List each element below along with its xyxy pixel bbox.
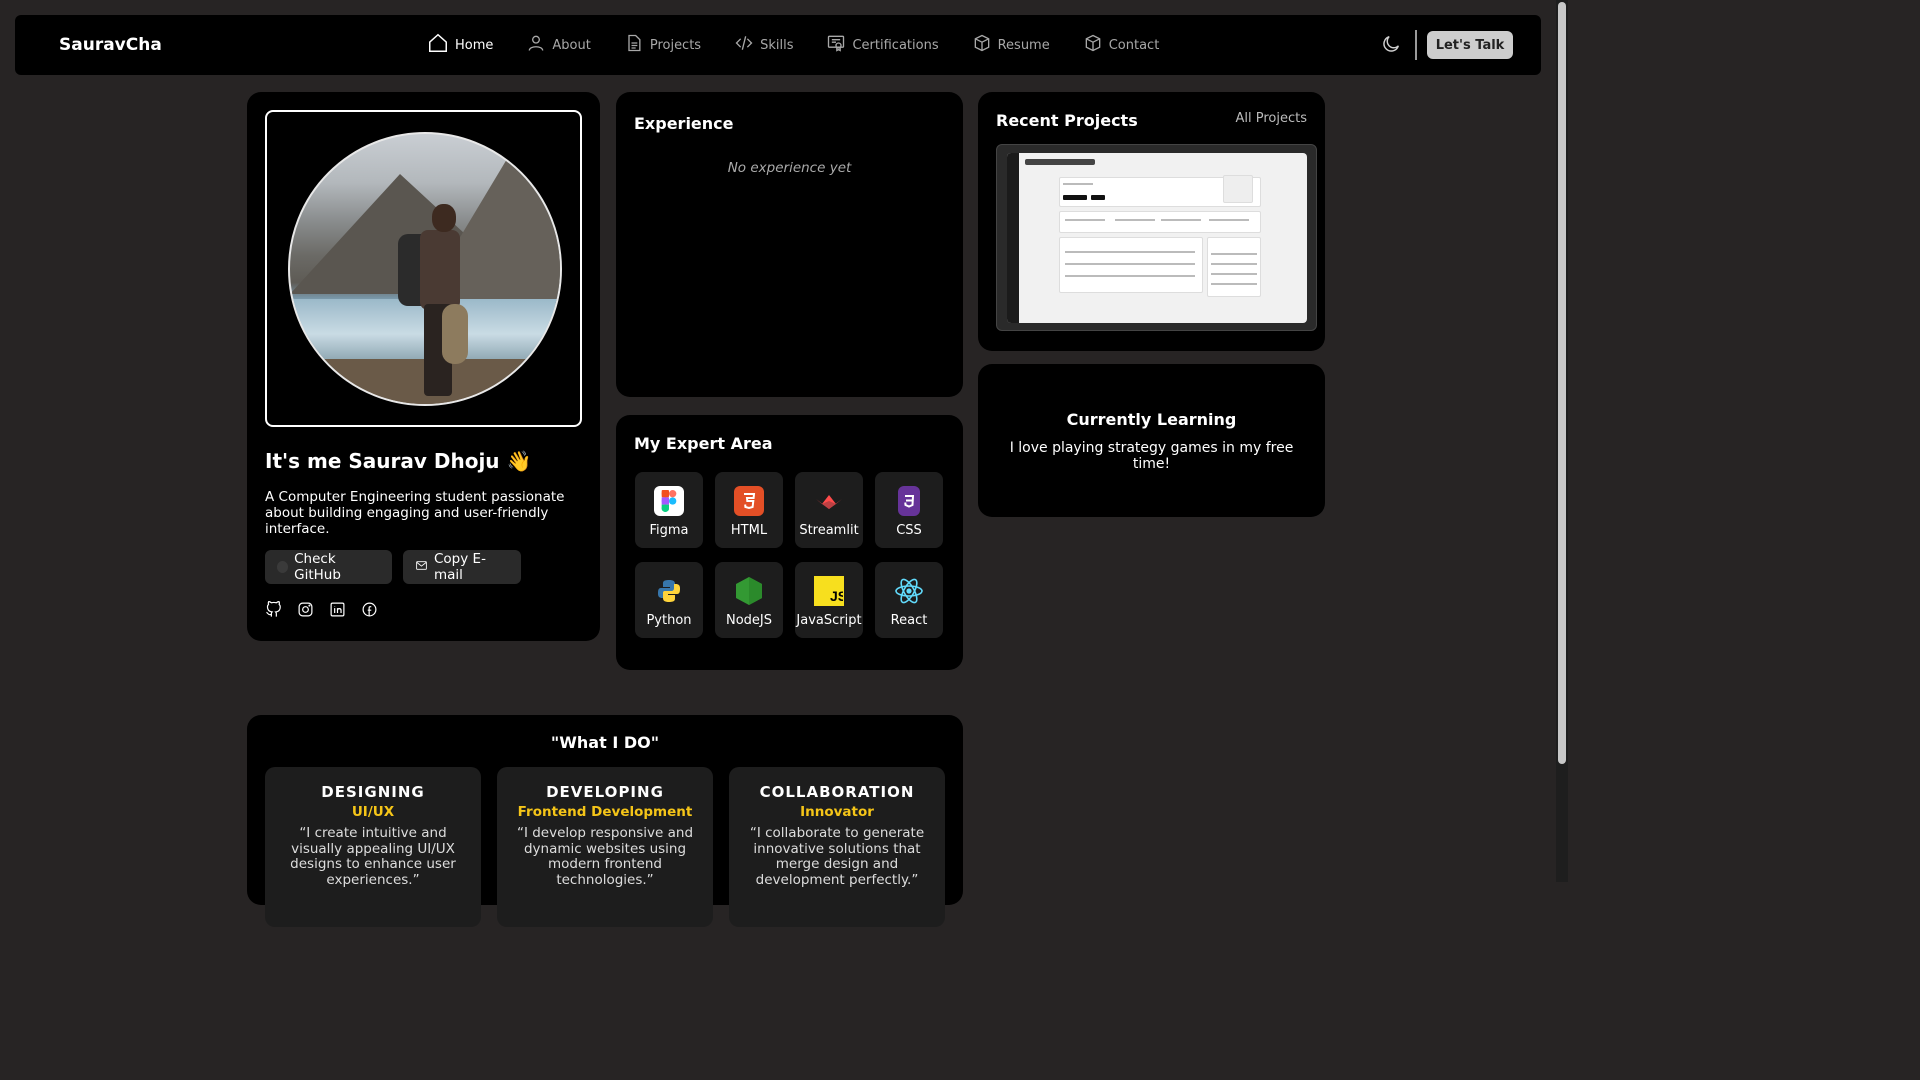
brand-logo[interactable]: SauravCha bbox=[59, 35, 162, 55]
nav-projects-label: Projects bbox=[649, 37, 702, 53]
code-icon bbox=[734, 33, 754, 57]
recent-projects-title: Recent Projects bbox=[996, 111, 1138, 130]
what-i-do-title: "What I DO" bbox=[550, 733, 660, 752]
social-links bbox=[265, 601, 378, 618]
skill-javascript-label: JavaScript bbox=[796, 613, 862, 628]
skill-javascript[interactable]: JS JavaScript bbox=[795, 562, 863, 638]
service-card-designing: DESIGNING UI/UX “I create intuitive and … bbox=[265, 767, 481, 927]
experience-empty-text: No experience yet bbox=[727, 160, 852, 176]
service-quote: “I create intuitive and visually appeali… bbox=[290, 825, 456, 888]
user-icon bbox=[526, 33, 546, 57]
file-icon bbox=[624, 33, 644, 57]
instagram-icon[interactable] bbox=[297, 601, 314, 618]
nav-about-label: About bbox=[552, 37, 591, 53]
service-quote: “I collaborate to generate innovative so… bbox=[749, 825, 925, 888]
figma-icon bbox=[654, 486, 684, 516]
skill-python[interactable]: Python bbox=[635, 562, 703, 638]
svg-text:JS: JS bbox=[830, 588, 843, 604]
skill-streamlit[interactable]: Streamlit bbox=[795, 472, 863, 548]
service-heading: COLLABORATION bbox=[759, 783, 915, 801]
nav-resume[interactable]: Resume bbox=[972, 33, 1050, 57]
nav-about[interactable]: About bbox=[526, 33, 591, 57]
service-subheading: UI/UX bbox=[351, 804, 395, 820]
service-heading: DEVELOPING bbox=[546, 783, 664, 801]
expert-area-title: My Expert Area bbox=[634, 434, 773, 453]
what-i-do-section: "What I DO" DESIGNING UI/UX “I create in… bbox=[247, 715, 963, 927]
mail-icon bbox=[415, 559, 428, 576]
nav-resume-label: Resume bbox=[997, 37, 1050, 53]
service-subheading: Frontend Development bbox=[517, 804, 693, 820]
service-card-collaboration: COLLABORATION Innovator “I collaborate t… bbox=[729, 767, 945, 927]
profile-greeting: It's me Saurav Dhoju 👋 bbox=[265, 449, 532, 473]
navbar: SauravCha Home About Projects Skills Cer… bbox=[15, 15, 1541, 75]
check-github-button[interactable]: Check GitHub bbox=[265, 550, 392, 584]
recent-projects-card: Recent Projects All Projects bbox=[978, 92, 1325, 351]
scrollbar-thumb[interactable] bbox=[1558, 2, 1566, 764]
github-icon bbox=[277, 561, 289, 573]
skill-python-label: Python bbox=[646, 613, 692, 628]
service-subheading: Innovator bbox=[800, 804, 874, 820]
page-scrollbar[interactable] bbox=[1556, 0, 1568, 882]
nav-home[interactable]: Home bbox=[427, 32, 493, 58]
home-icon bbox=[427, 32, 449, 58]
css3-icon bbox=[898, 486, 920, 516]
copy-email-label: Copy E-mail bbox=[434, 551, 486, 583]
profile-photo bbox=[288, 132, 562, 406]
nav-contact[interactable]: Contact bbox=[1083, 33, 1160, 57]
lets-talk-button[interactable]: Let's Talk bbox=[1427, 31, 1513, 59]
main-nav: Home About Projects Skills Certification… bbox=[427, 15, 1192, 75]
certificate-icon bbox=[826, 33, 846, 57]
github-icon[interactable] bbox=[265, 601, 282, 618]
box-icon bbox=[972, 33, 992, 57]
nodejs-icon bbox=[734, 576, 764, 606]
experience-title: Experience bbox=[634, 114, 734, 133]
profile-photo-frame bbox=[265, 110, 582, 427]
profile-bio: A Computer Engineering student passionat… bbox=[265, 489, 565, 537]
nav-skills-label: Skills bbox=[760, 37, 794, 53]
currently-learning-card: Currently Learning I love playing strate… bbox=[978, 364, 1325, 517]
skill-react[interactable]: React bbox=[875, 562, 943, 638]
currently-learning-title: Currently Learning bbox=[1066, 410, 1237, 429]
streamlit-icon bbox=[814, 486, 844, 516]
facebook-icon[interactable] bbox=[361, 601, 378, 618]
nav-certifications[interactable]: Certifications bbox=[826, 33, 939, 57]
skill-css-label: CSS bbox=[896, 523, 922, 538]
skill-html[interactable]: HTML bbox=[715, 472, 783, 548]
nav-divider bbox=[1415, 30, 1417, 60]
skill-figma[interactable]: Figma bbox=[635, 472, 703, 548]
project-screenshot bbox=[1007, 153, 1307, 323]
skill-html-label: HTML bbox=[730, 523, 768, 538]
service-heading: DESIGNING bbox=[321, 783, 425, 801]
experience-card: Experience No experience yet bbox=[616, 92, 963, 397]
skill-css[interactable]: CSS bbox=[875, 472, 943, 548]
skill-nodejs[interactable]: NodeJS bbox=[715, 562, 783, 638]
service-quote: “I develop responsive and dynamic websit… bbox=[516, 825, 694, 888]
nav-certifications-label: Certifications bbox=[852, 37, 939, 53]
currently-learning-text: I love playing strategy games in my free… bbox=[1009, 440, 1294, 472]
check-github-label: Check GitHub bbox=[294, 551, 341, 583]
moon-icon[interactable] bbox=[1380, 33, 1402, 55]
html5-icon bbox=[734, 486, 764, 516]
python-icon bbox=[654, 576, 684, 606]
all-projects-link[interactable]: All Projects bbox=[1236, 111, 1308, 126]
project-preview[interactable] bbox=[996, 144, 1317, 331]
react-icon bbox=[894, 576, 924, 606]
skill-react-label: React bbox=[890, 613, 928, 628]
nav-home-label: Home bbox=[455, 37, 494, 53]
expert-area-card: My Expert Area Figma HTML Streamlit CSS … bbox=[616, 415, 963, 670]
skill-streamlit-label: Streamlit bbox=[799, 523, 859, 538]
copy-email-button[interactable]: Copy E-mail bbox=[403, 550, 521, 584]
profile-card: It's me Saurav Dhoju 👋 A Computer Engine… bbox=[247, 92, 600, 641]
box-icon bbox=[1083, 33, 1103, 57]
skill-nodejs-label: NodeJS bbox=[725, 613, 772, 628]
nav-projects[interactable]: Projects bbox=[624, 33, 701, 57]
skill-figma-label: Figma bbox=[649, 523, 689, 538]
service-card-developing: DEVELOPING Frontend Development “I devel… bbox=[497, 767, 713, 927]
nav-contact-label: Contact bbox=[1108, 37, 1160, 53]
nav-skills[interactable]: Skills bbox=[734, 33, 793, 57]
javascript-icon: JS bbox=[814, 576, 844, 606]
linkedin-icon[interactable] bbox=[329, 601, 346, 618]
